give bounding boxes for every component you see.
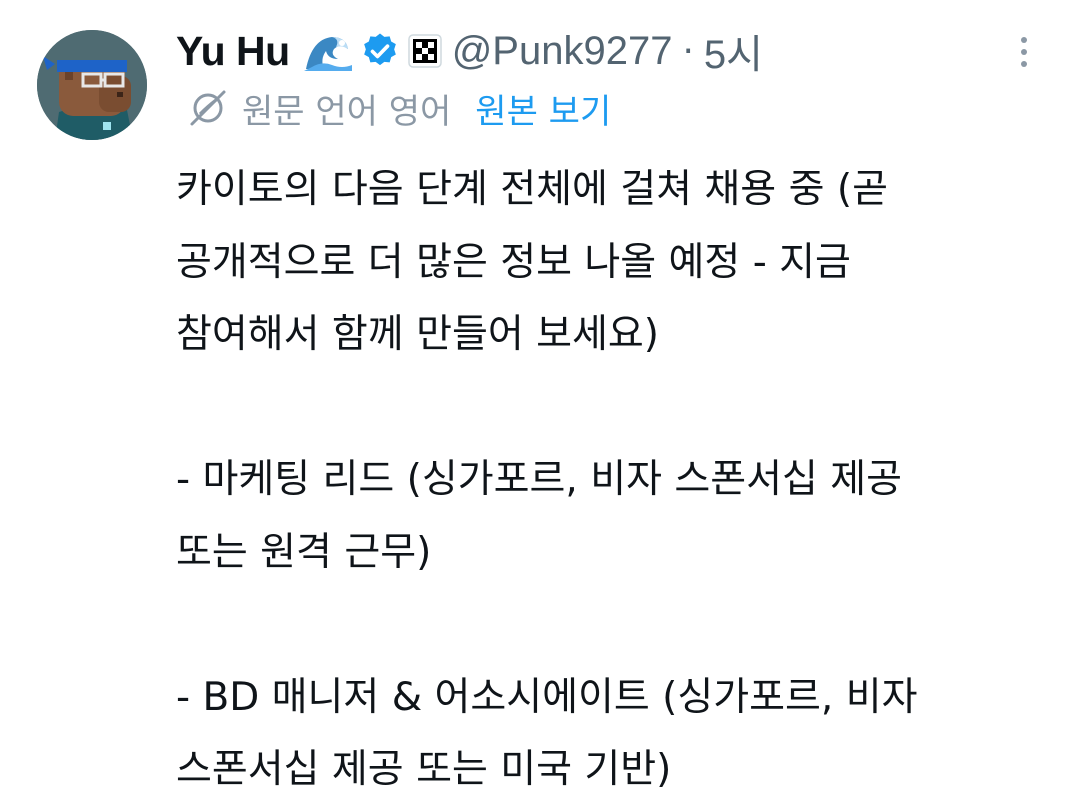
translation-label: 원문 언어 영어 xyxy=(242,91,452,132)
post-time[interactable]: 5시 xyxy=(704,22,763,80)
post-line: 공개적으로 더 많은 정보 나올 예정 - 지금 xyxy=(176,239,851,285)
separator: · xyxy=(682,30,694,72)
display-name[interactable]: Yu Hu xyxy=(176,28,290,75)
post-line: 참여해서 함께 만들어 보세요) xyxy=(176,312,659,357)
translation-bar: 원문 언어 영어 원본 보기 xyxy=(186,82,611,134)
more-vertical-icon xyxy=(1021,37,1027,67)
post-line xyxy=(176,589,1056,662)
verified-badge-icon xyxy=(360,31,400,71)
capybara-avatar-icon xyxy=(37,30,147,140)
tweet-header: Yu Hu @Punk9277 · 5시 xyxy=(176,24,763,78)
okx-badge-icon[interactable] xyxy=(407,34,442,68)
translate-icon xyxy=(186,86,230,130)
tweet: Yu Hu @Punk9277 · 5시 원문 언어 영어 원본 보기 카이토의… xyxy=(0,0,1080,792)
post-line: - BD 매니저 & 어소시에이트 (싱가포르, 비자 xyxy=(176,674,918,720)
post-line xyxy=(176,372,1056,445)
avatar[interactable] xyxy=(37,30,147,140)
more-options-button[interactable] xyxy=(1006,32,1042,72)
post-line: 스폰서십 제공 또는 미국 기반) xyxy=(176,747,672,792)
post-line: - 마케팅 리드 (싱가포르, 비자 스폰서십 제공 xyxy=(176,457,903,502)
show-original-link[interactable]: 원본 보기 xyxy=(475,84,611,133)
post-line: 카이토의 다음 단계 전체에 걸쳐 채용 중 (곧 xyxy=(176,167,888,212)
wave-emoji-icon xyxy=(302,29,354,73)
post-line: 또는 원격 근무) xyxy=(176,529,432,575)
author-handle[interactable]: @Punk9277 xyxy=(452,29,673,74)
post-text: 카이토의 다음 단계 전체에 걸쳐 채용 중 (곧 공개적으로 더 많은 정보 … xyxy=(176,154,1056,792)
